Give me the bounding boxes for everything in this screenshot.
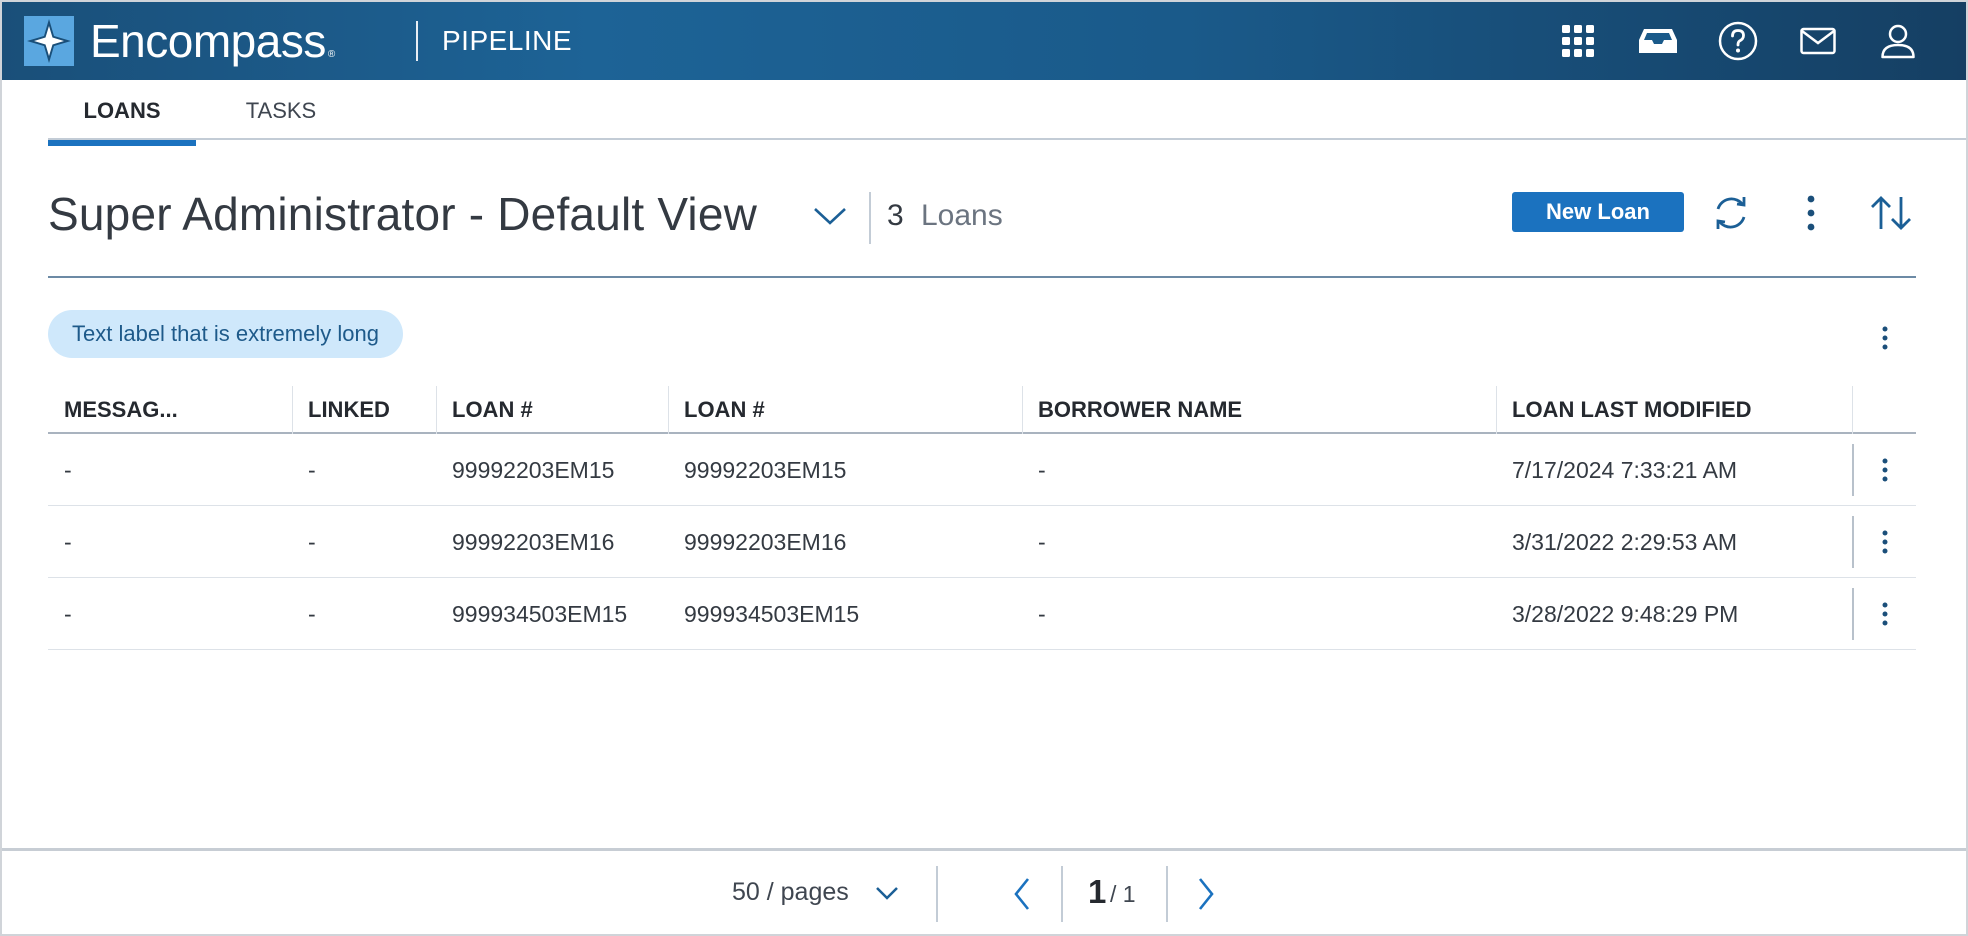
cell-linked: - — [308, 601, 316, 627]
column-divider — [1852, 386, 1853, 434]
cell-borrower-name: - — [1038, 457, 1046, 483]
cell-loan-number: 99992203EM15 — [452, 457, 615, 483]
next-page-chevron-right-icon[interactable] — [1186, 872, 1226, 916]
new-loan-button[interactable]: New Loan — [1512, 192, 1684, 232]
cell-loan-last-modified: 3/31/2022 2:29:53 AM — [1512, 529, 1738, 555]
cell-loan-number-2: 99992203EM16 — [684, 529, 847, 555]
tab-divider — [48, 138, 1966, 140]
page-size-chevron-down-icon[interactable] — [870, 876, 904, 910]
app-name: PIPELINE — [442, 25, 573, 56]
loan-count: 3 — [887, 199, 904, 232]
filter-chip[interactable]: Text label that is extremely long — [48, 310, 403, 358]
column-header-linked[interactable]: LINKED — [292, 386, 390, 434]
footer-separator — [1061, 866, 1063, 922]
cell-linked: - — [308, 457, 316, 483]
column-header-borrower-name[interactable]: BORROWER NAME — [1022, 386, 1242, 434]
cell-messages: - — [64, 529, 72, 555]
more-options-kebab-icon[interactable] — [1788, 190, 1834, 236]
table-row[interactable]: - - 999934503EM15 999934503EM15 - 3/28/2… — [48, 578, 1916, 650]
footer-separator — [1166, 866, 1168, 922]
row-actions-kebab-icon[interactable] — [1852, 588, 1916, 640]
table-row[interactable]: - - 99992203EM16 99992203EM16 - 3/31/202… — [48, 506, 1916, 578]
brand-divider — [416, 21, 418, 61]
loan-count-label: Loans — [921, 199, 1003, 232]
row-actions-kebab-icon[interactable] — [1852, 444, 1916, 496]
footer-separator — [936, 866, 938, 922]
mail-icon[interactable] — [1796, 19, 1840, 63]
cell-loan-last-modified: 3/28/2022 9:48:29 PM — [1512, 601, 1739, 627]
cell-loan-number: 99992203EM16 — [452, 529, 615, 555]
view-selector-chevron-down-icon[interactable] — [808, 194, 852, 238]
column-header-loan-number[interactable]: LOAN # — [436, 386, 533, 434]
grid-options-kebab-icon[interactable] — [1870, 320, 1900, 356]
loans-table: MESSAG... LINKED LOAN # LOAN # BORROWER … — [48, 386, 1916, 650]
row-actions-kebab-icon[interactable] — [1852, 516, 1916, 568]
footer-divider — [2, 848, 1966, 851]
cell-loan-number: 999934503EM15 — [452, 601, 628, 627]
column-header-loan-last-modified[interactable]: LOAN LAST MODIFIED — [1496, 386, 1752, 434]
table-row[interactable]: - - 99992203EM15 99992203EM15 - 7/17/202… — [48, 434, 1916, 506]
view-title: Super Administrator - Default View — [48, 188, 758, 240]
encompass-logo-icon — [24, 16, 74, 66]
cell-borrower-name: - — [1038, 601, 1046, 627]
inbox-tray-icon[interactable] — [1636, 19, 1680, 63]
brand-name: Encompass ® — [90, 15, 335, 67]
top-bar: Encompass ® PIPELINE — [2, 2, 1966, 80]
table-header: MESSAG... LINKED LOAN # LOAN # BORROWER … — [48, 386, 1916, 434]
cell-messages: - — [64, 457, 72, 483]
view-header-divider — [48, 276, 1916, 278]
sort-arrows-icon[interactable] — [1868, 190, 1914, 236]
cell-borrower-name: - — [1038, 529, 1046, 555]
page-size-select[interactable]: 50 / pages — [732, 876, 849, 908]
column-header-loan-number-2[interactable]: LOAN # — [668, 386, 765, 434]
view-divider — [869, 192, 871, 244]
help-icon[interactable] — [1716, 19, 1760, 63]
apps-grid-icon[interactable] — [1556, 19, 1600, 63]
cell-linked: - — [308, 529, 316, 555]
refresh-icon[interactable] — [1708, 190, 1754, 236]
total-pages: / 1 — [1110, 881, 1136, 907]
user-icon[interactable] — [1876, 19, 1920, 63]
cell-loan-number-2: 99992203EM15 — [684, 457, 847, 483]
previous-page-chevron-left-icon[interactable] — [1002, 872, 1042, 916]
cell-loan-number-2: 999934503EM15 — [684, 601, 860, 627]
cell-messages: - — [64, 601, 72, 627]
column-header-messages[interactable]: MESSAG... — [48, 386, 178, 434]
cell-loan-last-modified: 7/17/2024 7:33:21 AM — [1512, 457, 1738, 483]
current-page: 1 — [1088, 873, 1107, 910]
